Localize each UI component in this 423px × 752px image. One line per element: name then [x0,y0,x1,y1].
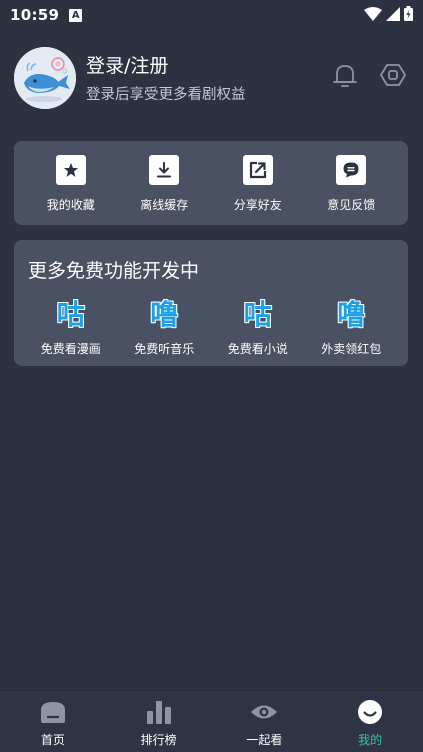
status-bar: 10:59 A [0,0,423,30]
quick-action-feedback[interactable]: 意见反馈 [306,155,396,225]
home-icon [39,699,67,725]
nav-watch-together[interactable]: 一起看 [224,699,304,748]
nav-ranking[interactable]: 排行榜 [119,699,199,748]
bottom-nav: 首页 排行榜 一起看 我的 [0,690,423,752]
smile-icon [356,699,384,725]
free-features-row: 咕 免费看漫画 噜 免费听音乐 咕 免费看小说 噜 外卖领红包 [24,298,398,357]
nav-label: 排行榜 [140,733,177,747]
login-register-link[interactable]: 登录/注册 [86,53,246,79]
free-feature-delivery[interactable]: 噜 外卖领红包 [306,298,396,357]
nav-home[interactable]: 首页 [13,699,93,748]
free-feature-novels[interactable]: 咕 免费看小说 [213,298,303,357]
download-icon [149,155,180,185]
free-feature-music[interactable]: 噜 免费听音乐 [119,298,209,357]
profile-header[interactable]: 登录/注册 登录后享受更多看剧权益 [14,46,414,110]
feedback-icon [336,155,367,185]
quick-action-label: 分享好友 [233,198,282,212]
feature-glyph: 噜 [150,298,179,331]
status-time: 10:59 [10,6,60,24]
status-indicators [364,5,413,25]
eye-icon [250,699,278,725]
free-features-title: 更多免费功能开发中 [28,260,200,282]
nav-mine[interactable]: 我的 [330,699,410,748]
star-icon [55,155,86,185]
nav-label: 我的 [358,733,383,747]
feature-glyph: 咕 [243,298,272,331]
wifi-icon [364,6,382,25]
profile-text: 登录/注册 登录后享受更多看剧权益 [86,53,246,104]
quick-action-label: 我的收藏 [46,198,95,212]
feature-label: 免费看小说 [227,342,288,356]
nav-label: 一起看 [246,733,283,747]
feature-label: 免费听音乐 [134,342,195,356]
quick-action-label: 意见反馈 [327,198,376,212]
header-actions [330,60,408,90]
settings-hexagon-icon[interactable] [378,60,408,90]
quick-actions-card: 我的收藏 离线缓存 分享好友 意见反馈 [14,141,408,225]
whale-avatar-image [14,47,76,109]
signal-icon [386,6,400,25]
free-features-card: 更多免费功能开发中 咕 免费看漫画 噜 免费听音乐 咕 免费看小说 噜 外卖领红… [14,240,408,366]
free-feature-comics[interactable]: 咕 免费看漫画 [26,298,116,357]
feature-glyph: 噜 [337,298,366,331]
share-icon [242,155,273,185]
quick-action-favorites[interactable]: 我的收藏 [26,155,116,225]
feature-label: 外卖领红包 [321,342,382,356]
feature-glyph: 咕 [56,298,85,331]
quick-action-offline-cache[interactable]: 离线缓存 [119,155,209,225]
battery-icon [404,5,413,25]
quick-action-label: 离线缓存 [140,198,189,212]
avatar[interactable] [14,47,76,109]
bell-icon[interactable] [330,60,360,90]
bar-chart-icon [145,699,173,725]
feature-label: 免费看漫画 [40,342,101,356]
notification-a-icon: A [69,8,83,22]
quick-action-share[interactable]: 分享好友 [213,155,303,225]
nav-label: 首页 [40,733,65,747]
login-subtitle: 登录后享受更多看剧权益 [86,86,246,103]
